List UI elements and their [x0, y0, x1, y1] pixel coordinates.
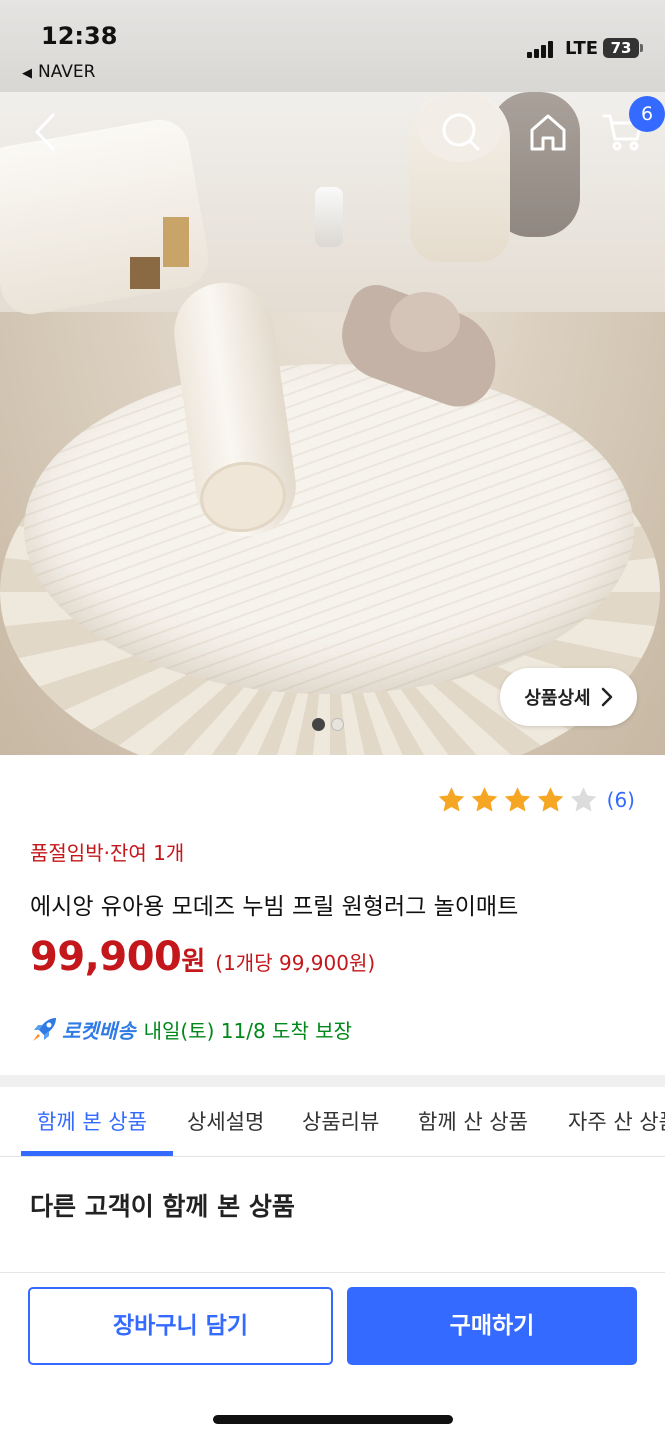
back-to-app-link[interactable]: ◀ NAVER	[22, 62, 95, 82]
product-photo-prop	[390, 292, 460, 352]
star-filled-icon	[471, 787, 497, 812]
tab-viewed-together[interactable]: 함께 본 상품	[37, 1087, 147, 1156]
review-count[interactable]: (6)	[607, 788, 635, 812]
tab-reviews[interactable]: 상품리뷰	[302, 1087, 379, 1156]
unit-price: (1개당 99,900원)	[215, 951, 376, 975]
product-detail-label: 상품상세	[524, 688, 591, 709]
search-button[interactable]	[438, 110, 484, 154]
back-app-label: NAVER	[38, 62, 96, 82]
product-photo-rug	[24, 364, 634, 694]
gallery-dot[interactable]	[312, 718, 325, 731]
product-tabs: 함께 본 상품 상세설명 상품리뷰 함께 산 상품 자주 산 상품	[0, 1087, 665, 1157]
product-rating[interactable]: (6)	[436, 785, 635, 815]
product-photo-prop	[163, 217, 189, 267]
product-photo-prop	[315, 187, 343, 247]
star-filled-icon	[537, 787, 563, 812]
back-triangle-icon: ◀	[22, 66, 32, 81]
back-arrow-icon	[35, 113, 55, 151]
price-row: 99,900 원 (1개당 99,900원)	[30, 934, 375, 980]
rocket-delivery-label: 로켓배송	[62, 1019, 136, 1043]
home-indicator[interactable]	[213, 1415, 453, 1424]
buy-now-button[interactable]: 구매하기	[347, 1287, 637, 1365]
active-tab-indicator	[21, 1151, 173, 1156]
cart-count-badge: 6	[629, 96, 665, 132]
home-icon	[530, 114, 566, 151]
star-filled-icon	[504, 787, 530, 812]
product-detail-button[interactable]: 상품상세	[500, 668, 637, 726]
price-currency: 원	[181, 947, 206, 977]
tab-details[interactable]: 상세설명	[187, 1087, 264, 1156]
product-image-gallery[interactable]: 6 상품상세	[0, 92, 665, 755]
status-time: 12:38	[41, 22, 118, 50]
back-button[interactable]	[25, 110, 65, 154]
search-icon	[442, 113, 480, 151]
delivery-date: 내일(토) 11/8 도착 보장	[143, 1019, 352, 1043]
product-photo-prop	[130, 257, 160, 289]
battery-icon: 73	[603, 38, 639, 58]
stock-notice: 품절임박·잔여 1개	[30, 841, 185, 865]
add-to-cart-button[interactable]: 장바구니 담기	[28, 1287, 333, 1365]
rocket-icon	[33, 1017, 56, 1041]
delivery-info: 로켓배송 내일(토) 11/8 도착 보장	[30, 1015, 352, 1044]
section-divider	[0, 1075, 665, 1087]
product-title: 에시앙 유아용 모데즈 누빔 프릴 원형러그 놀이매트	[30, 894, 519, 920]
status-bar: 12:38 ◀ NAVER LTE 73	[0, 0, 665, 92]
signal-icon	[527, 40, 559, 58]
chevron-right-icon	[601, 687, 612, 707]
tab-frequently-bought[interactable]: 자주 산 상품	[568, 1087, 665, 1156]
gallery-pagination	[312, 718, 344, 731]
price-value: 99,900	[30, 934, 182, 980]
section-title: 다른 고객이 함께 본 상품	[30, 1192, 295, 1221]
star-filled-icon	[438, 787, 464, 812]
battery-tip	[640, 44, 643, 52]
home-button[interactable]	[525, 110, 571, 154]
star-empty-icon	[570, 787, 596, 812]
tab-bought-together[interactable]: 함께 산 상품	[418, 1087, 528, 1156]
network-label: LTE	[565, 38, 599, 59]
gallery-dot[interactable]	[331, 718, 344, 731]
